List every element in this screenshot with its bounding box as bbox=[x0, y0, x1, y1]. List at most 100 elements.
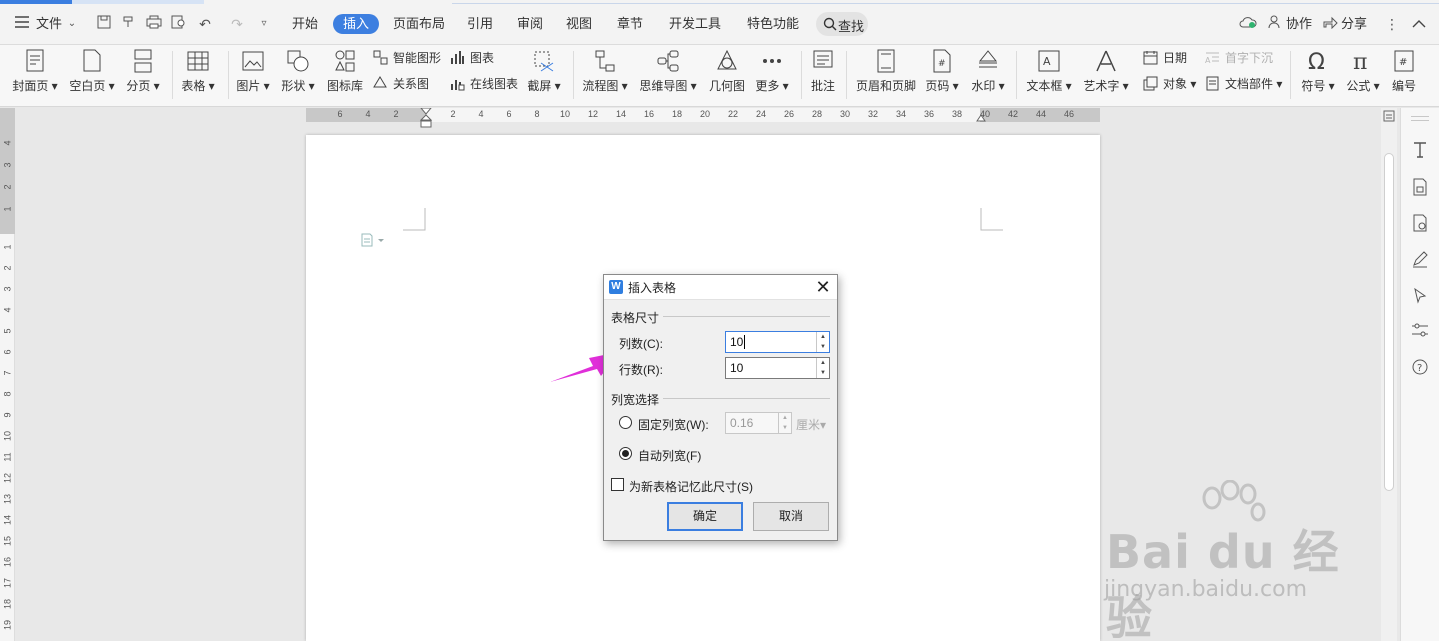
spin-down-icon[interactable]: ▼ bbox=[817, 368, 829, 378]
right-indent-marker-icon[interactable] bbox=[976, 108, 986, 122]
object-button[interactable]: 对象 ▾ bbox=[1143, 75, 1196, 93]
textbox-button[interactable]: A 文本框 ▾ bbox=[1019, 45, 1079, 105]
svg-text:Ω: Ω bbox=[1308, 50, 1325, 73]
online-chart-icon bbox=[451, 80, 465, 91]
tab-page-layout[interactable]: 页面布局 bbox=[393, 14, 445, 34]
smart-graphic-button[interactable]: 智能图形 bbox=[373, 49, 441, 67]
more-vertical-icon[interactable]: ⋮ bbox=[1382, 14, 1402, 34]
fixed-width-spin-arrows: ▲ ▼ bbox=[778, 413, 791, 433]
dialog-titlebar[interactable]: W 插入表格 ✕ bbox=[604, 275, 837, 300]
mindmap-button[interactable]: 思维导图 ▾ bbox=[638, 45, 698, 105]
watermark-button[interactable]: 水印 ▾ bbox=[958, 45, 1018, 105]
ruler-tick: 28 bbox=[811, 109, 822, 119]
rows-spin-arrows[interactable]: ▲ ▼ bbox=[816, 358, 829, 378]
collaborate-icon[interactable] bbox=[1265, 14, 1285, 34]
auto-width-radio[interactable] bbox=[619, 447, 632, 460]
tab-view[interactable]: 视图 bbox=[566, 14, 592, 34]
tab-special-features[interactable]: 特色功能 bbox=[747, 14, 799, 34]
formula-label: 公式 bbox=[1346, 79, 1371, 93]
text-style-icon[interactable] bbox=[1410, 140, 1430, 160]
cancel-button[interactable]: 取消 bbox=[753, 502, 829, 531]
doc-settings-icon[interactable] bbox=[1410, 213, 1430, 233]
blank-page-icon bbox=[83, 49, 101, 72]
flowchart-button[interactable]: 流程图 ▾ bbox=[575, 45, 635, 105]
print-preview-icon[interactable] bbox=[169, 14, 189, 34]
chart-button[interactable]: 图表 bbox=[450, 49, 494, 67]
close-icon[interactable]: ✕ bbox=[812, 276, 834, 298]
share-button[interactable]: 分享 bbox=[1341, 14, 1367, 34]
cover-page-button[interactable]: 封面页 ▾ bbox=[5, 45, 65, 105]
indent-marker-icon[interactable] bbox=[420, 108, 432, 128]
doc-check-icon[interactable] bbox=[1410, 177, 1430, 197]
relation-chart-button[interactable]: 关系图 bbox=[373, 75, 429, 93]
pen-icon[interactable] bbox=[1410, 249, 1430, 269]
tab-home[interactable]: 开始 bbox=[292, 14, 318, 34]
ruler-tick: 3 bbox=[2, 286, 13, 292]
wordart-button[interactable]: 艺术字 ▾ bbox=[1076, 45, 1136, 105]
ruler-tick: 12 bbox=[587, 109, 598, 119]
customize-toolbar-icon[interactable]: ▿ bbox=[254, 14, 274, 34]
help-icon[interactable]: ? bbox=[1410, 357, 1430, 377]
numbering-button[interactable]: # 编号 bbox=[1374, 45, 1434, 105]
print-icon[interactable] bbox=[144, 14, 164, 34]
hamburger-menu-icon[interactable] bbox=[12, 14, 32, 34]
ruler-tick: 1 bbox=[2, 244, 13, 250]
screenshot-button[interactable]: 截屏 ▾ bbox=[514, 45, 574, 105]
columns-spin-arrows[interactable]: ▲ ▼ bbox=[816, 332, 829, 352]
format-painter-icon[interactable] bbox=[119, 14, 139, 34]
horizontal-ruler[interactable]: 6 4 2 2 4 6 8 10 12 14 16 18 20 22 24 26… bbox=[306, 108, 1100, 128]
page-number-icon: # bbox=[933, 49, 951, 73]
header-footer-label: 页眉和页脚 bbox=[855, 79, 916, 93]
sliders-icon[interactable] bbox=[1410, 320, 1430, 340]
columns-label: 列数(C): bbox=[619, 337, 663, 351]
wordart-icon bbox=[1096, 50, 1116, 72]
tab-insert[interactable]: 插入 bbox=[333, 14, 380, 34]
vertical-scrollbar[interactable] bbox=[1381, 108, 1397, 641]
rows-label: 行数(R): bbox=[619, 363, 663, 377]
ok-button[interactable]: 确定 bbox=[667, 502, 743, 531]
tab-review[interactable]: 审阅 bbox=[517, 14, 543, 34]
ruler-tick: 44 bbox=[1035, 109, 1046, 119]
table-button[interactable]: 表格 ▾ bbox=[168, 45, 228, 105]
date-button[interactable]: 日期 bbox=[1143, 49, 1187, 67]
file-menu[interactable]: 文件 bbox=[36, 14, 62, 34]
columns-spinbox[interactable]: 10 ▲ ▼ bbox=[725, 331, 830, 353]
spin-down-icon[interactable]: ▼ bbox=[817, 342, 829, 352]
watermark-url: jingyan.baidu.com bbox=[1104, 577, 1308, 602]
ruler-tick: 14 bbox=[615, 109, 626, 119]
ruler-tick: 17 bbox=[2, 578, 13, 589]
remember-size-checkbox[interactable] bbox=[611, 478, 624, 491]
scroll-settings-icon[interactable] bbox=[1383, 110, 1395, 122]
comment-label: 批注 bbox=[810, 79, 835, 93]
paragraph-layout-icon[interactable] bbox=[360, 233, 386, 247]
search-box[interactable]: 查找 bbox=[816, 12, 868, 36]
spin-up-icon[interactable]: ▲ bbox=[817, 332, 829, 342]
online-chart-button[interactable]: 在线图表 bbox=[450, 75, 518, 93]
chevron-down-icon[interactable]: ⌄ bbox=[62, 14, 82, 34]
comment-button[interactable]: 批注 bbox=[793, 45, 853, 105]
page-break-button[interactable]: 分页 ▾ bbox=[113, 45, 173, 105]
collapse-ribbon-icon[interactable] bbox=[1409, 14, 1429, 34]
tab-section[interactable]: 章节 bbox=[617, 14, 643, 34]
save-icon[interactable] bbox=[94, 14, 114, 34]
picture-icon bbox=[242, 51, 264, 71]
icon-library-button[interactable]: 图标库 bbox=[315, 45, 375, 105]
tab-references[interactable]: 引用 bbox=[467, 14, 493, 34]
ruler-tick: 18 bbox=[671, 109, 682, 119]
cloud-sync-icon[interactable] bbox=[1238, 14, 1258, 34]
ruler-tick: 42 bbox=[1007, 109, 1018, 119]
rows-spinbox[interactable]: 10 ▲ ▼ bbox=[725, 357, 830, 379]
mindmap-label: 思维导图 bbox=[639, 79, 688, 93]
vertical-ruler[interactable]: 4 3 2 1 1 2 3 4 5 6 7 8 9 10 11 12 13 14… bbox=[0, 108, 15, 641]
header-footer-button[interactable]: 页眉和页脚 bbox=[855, 45, 917, 105]
spin-up-icon[interactable]: ▲ bbox=[817, 358, 829, 368]
ruler-tick: 16 bbox=[643, 109, 654, 119]
collaborate-button[interactable]: 协作 bbox=[1286, 14, 1312, 34]
share-icon[interactable] bbox=[1320, 14, 1340, 34]
tab-developer[interactable]: 开发工具 bbox=[669, 14, 721, 34]
fixed-width-radio[interactable] bbox=[619, 416, 632, 429]
scrollbar-thumb[interactable] bbox=[1384, 153, 1394, 491]
undo-icon[interactable]: ↶ bbox=[195, 14, 215, 34]
cursor-select-icon[interactable] bbox=[1410, 286, 1430, 306]
doc-parts-button[interactable]: 文档部件 ▾ bbox=[1205, 75, 1282, 93]
